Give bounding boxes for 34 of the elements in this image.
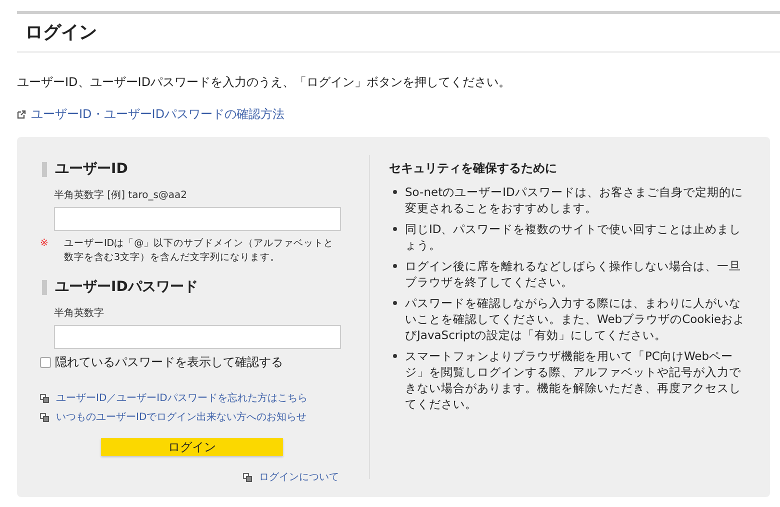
help-link[interactable]: いつものユーザーIDでログイン出来ない方へのお知らせ — [56, 410, 307, 425]
user-id-note: ユーザーIDは「@」以下のサブドメイン（アルファベットと数字を含む3文字）を含んだ文字列になります。 — [64, 237, 335, 265]
bullet-icon — [393, 190, 397, 194]
show-password-checkbox[interactable] — [40, 356, 51, 368]
security-tip: 同じID、パスワードを複数のサイトで使い回すことは止めましょう。 — [405, 221, 742, 253]
pages-icon — [40, 394, 49, 403]
field-hint: 半角英数字 [例] taro_s@aa2 — [54, 188, 188, 203]
help-link[interactable]: ユーザーID・ユーザーIDパスワードの確認方法 — [31, 105, 285, 123]
heading-marker — [42, 162, 47, 177]
bullet-icon — [393, 264, 397, 268]
show-password-label: 隠れているパスワードを表示して確認する — [55, 354, 283, 371]
bullet-icon — [393, 354, 397, 358]
about-login-link[interactable]: ログインについて — [259, 470, 339, 485]
heading-marker — [42, 280, 47, 295]
bullet-icon — [393, 301, 397, 305]
pages-icon — [40, 413, 49, 422]
page-title: ログイン — [25, 21, 97, 45]
password-field[interactable] — [54, 325, 341, 349]
intro-text: ユーザーID、ユーザーIDパスワードを入力のうえ、「ログイン」ボタンを押してください。 — [17, 74, 512, 91]
login-button[interactable]: ログイン — [101, 438, 283, 456]
section-heading: ユーザーID — [55, 160, 128, 179]
security-tip: スマートフォンよりブラウザ機能を用いて「PC向けWebページ」を閲覧しログインする際、アルファベットや記号が入力できない場合があります。機能を解除いただき、再度アクセスしてください。 — [405, 348, 742, 412]
note-mark: ※ — [40, 237, 50, 251]
security-tip: So-netのユーザーIDパスワードは、お客さまご自身で定期的に変更されることをおすすめします。 — [405, 184, 744, 216]
pages-icon — [243, 473, 252, 482]
external-link-icon — [17, 110, 26, 118]
bullet-icon — [393, 227, 397, 231]
section-heading: ユーザーIDパスワード — [55, 278, 198, 297]
security-tip: パスワードを確認しながら入力する際には、まわりに人がいないことを確認してください。また、WebブラウザのCookieおよびJavaScriptの設定は「有効」にしてください。 — [405, 295, 746, 343]
security-heading: セキュリティを確保するために — [389, 160, 558, 177]
help-link[interactable]: ユーザーID／ユーザーIDパスワードを忘れた方はこちら — [56, 391, 308, 406]
security-tip: ログイン後に席を離れるなどしばらく操作しない場合は、一旦ブラウザを終了してください。 — [405, 258, 742, 290]
user-id-field[interactable] — [54, 207, 341, 231]
field-hint: 半角英数字 — [54, 306, 105, 321]
